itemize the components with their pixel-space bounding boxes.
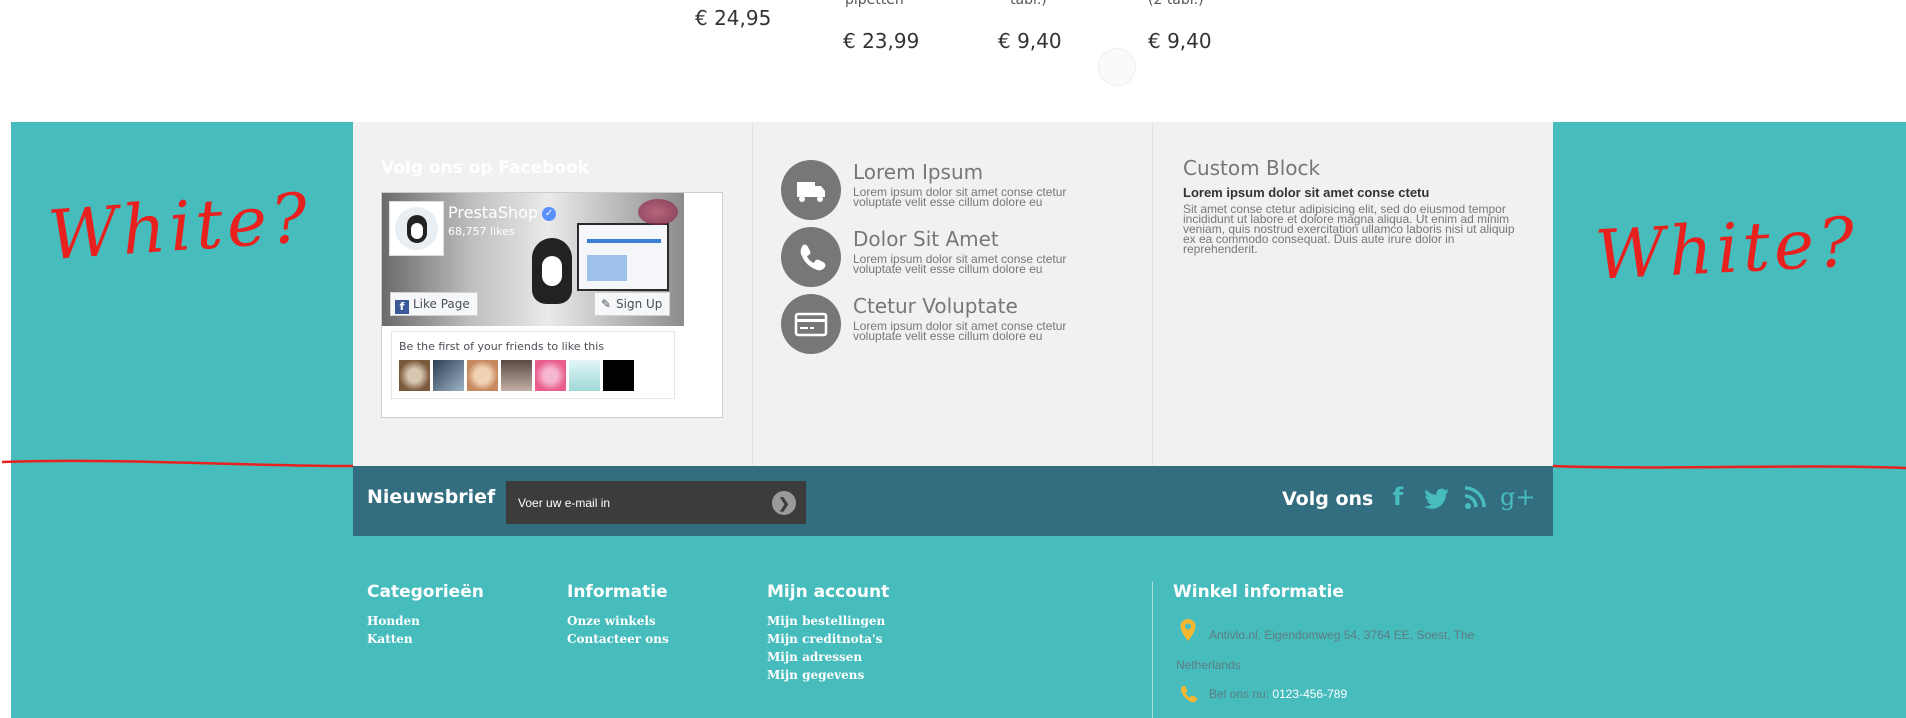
newsletter-submit-button[interactable]: ❯ (772, 491, 796, 515)
store-info-title: Winkel informatie (1173, 582, 1344, 602)
store-address: Antivlo.nl, Eigendomweg 54, 3764 EE, Soe… (1176, 628, 1475, 672)
footer-link[interactable]: Contacteer ons (567, 630, 669, 648)
credit-card-icon (781, 294, 841, 354)
facebook-page-widget[interactable]: PrestaShop ✓ 68,757 likes f Like Page ✎ Sig… (381, 192, 723, 418)
newsletter-email-input[interactable] (506, 481, 761, 524)
product-price-strip: € 24,95 pipetten € 23,99 tabl.) € 9,40 (… (0, 0, 1906, 122)
product-name-cut: (2 tabl.) (1148, 0, 1204, 8)
facebook-cover-image[interactable]: PrestaShop ✓ 68,757 likes f Like Page ✎ Sig… (382, 193, 684, 326)
truck-icon (781, 160, 841, 220)
friend-avatar[interactable] (603, 360, 634, 391)
facebook-like-count: 68,757 likes (448, 225, 515, 238)
friend-avatar[interactable] (501, 360, 532, 391)
service-text: Lorem ipsum dolor sit amet conse ctetur … (853, 252, 1067, 276)
newsletter-bar: Nieuwsbrief ❯ Volg ons f g+ (353, 466, 1553, 536)
facebook-logo-icon: f (395, 300, 409, 314)
service-title: Lorem Ipsum (853, 160, 984, 184)
service-title: Ctetur Voluptate (853, 294, 1018, 318)
footer-account-column: Mijn account Mijn bestellingen Mijn cred… (767, 582, 889, 684)
store-phone: Bel ons nu: 0123-456-789 (1209, 687, 1348, 701)
friend-avatar[interactable] (569, 360, 600, 391)
store-phone-number[interactable]: 0123-456-789 (1272, 687, 1347, 701)
friend-avatar[interactable] (467, 360, 498, 391)
google-plus-icon[interactable]: g+ (1500, 482, 1535, 512)
cover-flower (638, 199, 678, 225)
twitter-icon[interactable] (1423, 482, 1451, 512)
annotation-white-right: White? (1593, 203, 1861, 296)
facebook-page-name[interactable]: PrestaShop ✓ (448, 203, 557, 222)
verified-badge-icon: ✓ (542, 207, 557, 221)
column-divider (1152, 122, 1153, 466)
service-title: Dolor Sit Amet (853, 227, 999, 251)
facebook-block-title: Volg ons op Facebook (381, 158, 589, 178)
service-text: Lorem ipsum dolor sit amet conse ctetur … (853, 319, 1067, 343)
footer-categories-column: Categorieën Honden Katten (367, 582, 484, 648)
footer-link[interactable]: Mijn adressen (767, 648, 889, 666)
store-info-divider (1152, 582, 1153, 718)
facebook-friends-panel: Be the first of your friends to like thi… (391, 331, 675, 399)
product-price: € 23,99 (843, 29, 920, 53)
column-divider (752, 122, 753, 466)
footer-link[interactable]: Mijn gegevens (767, 666, 889, 684)
cover-mascot (532, 238, 572, 304)
newsletter-title: Nieuwsbrief (367, 486, 496, 508)
footer-link[interactable]: Katten (367, 630, 484, 648)
footer-column-title: Mijn account (767, 582, 890, 602)
page: € 24,95 pipetten € 23,99 tabl.) € 9,40 (… (0, 0, 1906, 718)
footer-column-title: Informatie (567, 582, 668, 602)
footer-link[interactable]: Onze winkels (567, 612, 669, 630)
custom-block-subtitle: Lorem ipsum dolor sit amet conse ctetu (1183, 185, 1430, 200)
footer-info-column: Informatie Onze winkels Contacteer ons (567, 582, 669, 648)
footer-column-title: Categorieën (367, 582, 484, 602)
footer-link[interactable]: Mijn bestellingen (767, 612, 889, 630)
service-text: Lorem ipsum dolor sit amet conse ctetur … (853, 185, 1067, 209)
facebook-page-avatar[interactable] (389, 201, 444, 256)
product-price: € 9,40 (1148, 29, 1212, 53)
facebook-friends-text: Be the first of your friends to like thi… (399, 340, 605, 353)
facebook-like-page-button[interactable]: f Like Page (390, 292, 478, 316)
friend-avatar[interactable] (399, 360, 430, 391)
facebook-sign-up-button[interactable]: ✎ Sign Up (594, 292, 671, 316)
footer-link[interactable]: Honden (367, 612, 484, 630)
facebook-icon[interactable]: f (1384, 482, 1412, 512)
footer-link[interactable]: Mijn creditnota's (767, 630, 889, 648)
custom-block-title: Custom Block (1183, 156, 1321, 180)
phone-icon (781, 227, 841, 287)
scroll-top-button[interactable] (1098, 48, 1136, 86)
footer-top-block: Volg ons op Facebook PrestaShop ✓ 68,757 … (353, 122, 1553, 466)
newsletter-input-wrapper: ❯ (506, 481, 806, 524)
product-price: € 24,95 (695, 6, 772, 30)
product-name-cut: tabl.) (1010, 0, 1047, 8)
friend-avatar[interactable] (433, 360, 464, 391)
pencil-icon: ✎ (600, 297, 612, 311)
rss-icon[interactable] (1462, 482, 1490, 512)
product-name-cut: pipetten (845, 0, 904, 8)
custom-block-text: Sit amet conse ctetur adipisicing elit, … (1183, 202, 1515, 256)
follow-us-label: Volg ons (1282, 488, 1374, 510)
product-price: € 9,40 (998, 29, 1062, 53)
cover-laptop-screen (577, 223, 669, 291)
friend-avatar[interactable] (535, 360, 566, 391)
